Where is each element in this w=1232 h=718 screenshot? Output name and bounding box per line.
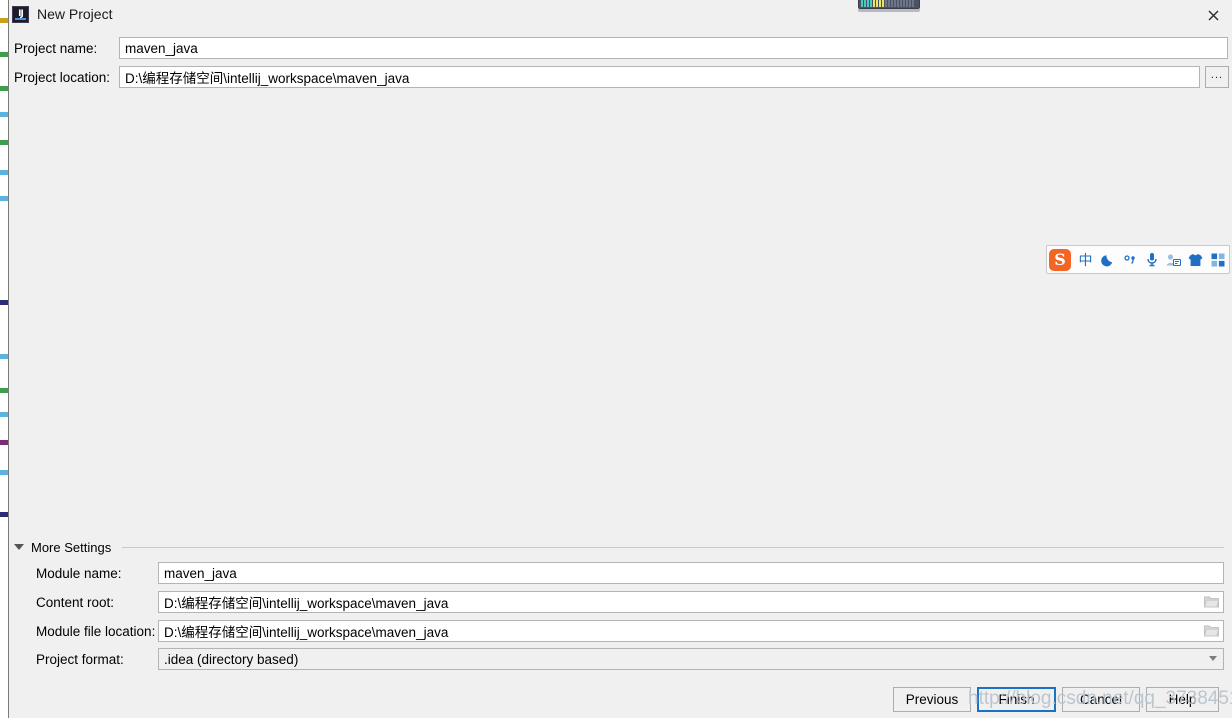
module-file-location-field-wrap: D:\编程存储空间\intellij_workspace\maven_java <box>158 620 1224 642</box>
user-card-icon[interactable] <box>1166 253 1181 267</box>
more-settings-toggle[interactable]: More Settings <box>14 538 1224 556</box>
module-file-location-row: Module file location: D:\编程存储空间\intellij… <box>36 620 1224 642</box>
sogou-logo-icon[interactable]: S <box>1049 248 1071 271</box>
project-format-label: Project format: <box>36 651 124 667</box>
folder-icon[interactable] <box>1204 624 1219 637</box>
section-divider <box>122 547 1224 548</box>
content-root-label: Content root: <box>36 594 115 610</box>
dialog-button-bar: Previous Finish Cancel Help <box>0 687 1232 718</box>
background-ide-sliver <box>0 0 8 718</box>
moon-icon[interactable] <box>1100 253 1115 267</box>
new-project-dialog: IJ New Project Project name: maven_java … <box>0 0 1232 718</box>
content-root-row: Content root: D:\编程存储空间\intellij_workspa… <box>36 591 1224 613</box>
project-location-input[interactable]: D:\编程存储空间\intellij_workspace\maven_java <box>119 66 1200 88</box>
content-root-field-wrap: D:\编程存储空间\intellij_workspace\maven_java <box>158 591 1224 613</box>
project-location-row: Project location: D:\编程存储空间\intellij_wor… <box>14 66 1229 88</box>
module-file-location-label: Module file location: <box>36 623 156 639</box>
finish-button[interactable]: Finish <box>977 687 1056 712</box>
chevron-down-icon <box>14 544 24 550</box>
background-meter-widget <box>858 0 920 9</box>
folder-icon[interactable] <box>1204 595 1219 608</box>
sogou-ime-toolbar: S 中 <box>1046 245 1230 274</box>
help-button[interactable]: Help <box>1146 687 1219 712</box>
window-title: New Project <box>37 6 113 22</box>
project-name-row: Project name: maven_java <box>14 37 1228 59</box>
title-bar: IJ New Project <box>9 0 1232 29</box>
dialog-left-edge <box>8 0 9 718</box>
chinese-mode-icon[interactable]: 中 <box>1078 253 1093 267</box>
previous-button[interactable]: Previous <box>893 687 971 712</box>
toolbox-grid-icon[interactable] <box>1210 253 1225 267</box>
project-location-label: Project location: <box>14 69 111 85</box>
content-root-input[interactable]: D:\编程存储空间\intellij_workspace\maven_java <box>158 591 1224 613</box>
module-name-row: Module name: maven_java <box>36 562 1224 584</box>
module-name-input[interactable]: maven_java <box>158 562 1224 584</box>
skin-shirt-icon[interactable] <box>1188 253 1203 267</box>
punctuation-mode-icon[interactable] <box>1122 253 1137 267</box>
cancel-button[interactable]: Cancel <box>1062 687 1140 712</box>
project-format-select[interactable]: .idea (directory based) <box>158 648 1224 670</box>
more-settings-label: More Settings <box>31 539 112 555</box>
project-name-input[interactable]: maven_java <box>119 37 1228 59</box>
project-name-label: Project name: <box>14 40 98 56</box>
intellij-idea-icon: IJ <box>12 6 29 23</box>
browse-folder-button[interactable]: ... <box>1205 66 1229 88</box>
chevron-down-icon[interactable] <box>1209 656 1217 661</box>
background-widget-shadow <box>858 9 920 12</box>
project-format-row: Project format: .idea (directory based) <box>36 648 1224 670</box>
module-file-location-input[interactable]: D:\编程存储空间\intellij_workspace\maven_java <box>158 620 1224 642</box>
module-name-label: Module name: <box>36 565 122 581</box>
close-icon[interactable] <box>1202 5 1224 25</box>
project-format-field-wrap: .idea (directory based) <box>158 648 1224 670</box>
microphone-icon[interactable] <box>1144 252 1159 267</box>
